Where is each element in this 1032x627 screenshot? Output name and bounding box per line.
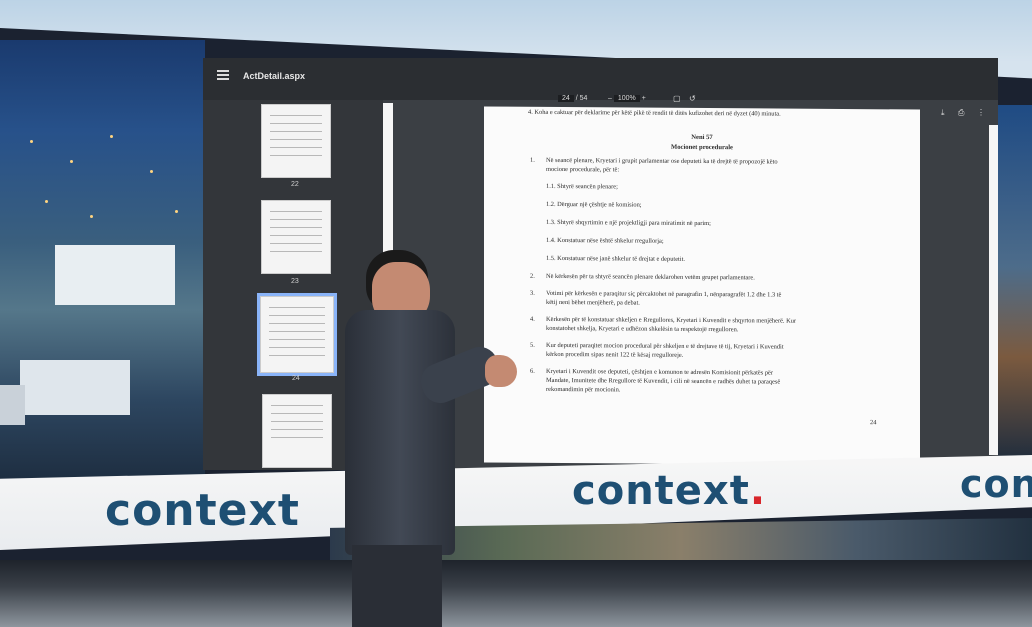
document-line: Në kërkesën për ta shtyrë seancën plenar…	[546, 272, 755, 282]
zoom-level[interactable]: 100%	[613, 95, 640, 102]
thumbnail-label: 23	[291, 278, 299, 285]
presenter-trousers	[352, 545, 442, 627]
item-number: 5.	[530, 341, 535, 349]
document-line: Kur deputeti paraqitet mocion procedural…	[546, 341, 784, 351]
city-night-panel-left	[0, 40, 205, 490]
item-number: 1.	[530, 156, 535, 164]
zoom-out-button[interactable]: –	[608, 95, 612, 102]
fit-page-icon[interactable]: ▢	[673, 94, 681, 103]
document-line: 1.3. Shtyrë shqyrtimin e një projektligj…	[546, 218, 711, 228]
thumbnail-page[interactable]	[261, 104, 331, 178]
document-line: 1.4. Konstatuar nëse është shkelur rregu…	[546, 236, 664, 245]
studio-floor	[0, 560, 1032, 627]
document-line: Votimi për kërkesën e paraqitur siç përc…	[546, 289, 782, 299]
document-line: Kryetari i Kuvendit ose deputeti, çështj…	[546, 367, 773, 377]
document-line: 4. Koha e caktuar për deklarime për këtë…	[528, 108, 781, 118]
page-indicator: 24 / 54	[558, 95, 587, 102]
item-number: 6.	[530, 367, 535, 375]
document-line: 1.2. Dërguar një çështje në komision;	[546, 200, 642, 209]
item-number: 2.	[530, 272, 535, 280]
thumbnail-page[interactable]	[262, 394, 332, 468]
more-options-icon[interactable]: ⋮	[977, 108, 985, 117]
document-line: Në seancë plenare, Kryetari i grupit par…	[546, 156, 778, 166]
page-total: / 54	[575, 95, 588, 102]
logo-right-partial: con	[960, 462, 1032, 506]
document-title: ActDetail.aspx	[243, 71, 306, 81]
thumbnail-label: 24	[292, 375, 300, 382]
logo-left: context	[105, 485, 300, 536]
document-line: Mandate, Imunitete dhe Rregullore të Kuv…	[546, 376, 781, 386]
document-page: 4. Koha e caktuar për deklarime për këtë…	[484, 106, 920, 466]
menu-icon[interactable]	[217, 70, 229, 80]
document-line: mocione procedurale, për të:	[546, 165, 620, 174]
thumbnail-page[interactable]	[261, 200, 331, 274]
print-icon[interactable]: ⎙	[958, 108, 964, 118]
logo-center: context.	[572, 468, 767, 514]
document-line: këtij neni bëhet menjëherë, pa debat.	[546, 298, 640, 307]
thumbnail-label: 22	[291, 181, 299, 188]
thumbnail-page-selected[interactable]	[257, 293, 337, 376]
item-number: 4.	[530, 315, 535, 323]
zoom-in-button[interactable]: +	[642, 95, 646, 102]
building	[55, 245, 175, 305]
document-line: konstatohet shkelja, Kryetari e udhëzon …	[546, 324, 739, 334]
city-night-panel-right	[998, 105, 1032, 465]
zoom-controls: – 100% +	[608, 95, 646, 102]
document-line: kërkon procedim sipas nenit 122 të kësaj…	[546, 350, 684, 359]
presenter-suit-jacket	[345, 310, 455, 555]
article-number: Neni 57	[691, 133, 713, 142]
next-page-edge	[989, 125, 998, 455]
page-number-input[interactable]: 24	[558, 95, 574, 102]
article-title: Mocionet procedurale	[671, 143, 733, 152]
download-icon[interactable]: ⤓	[941, 108, 945, 118]
building	[0, 385, 25, 425]
presenter-hand	[485, 355, 517, 387]
rotate-icon[interactable]: ↺	[689, 94, 696, 103]
document-line: rekomandimin për mocionin.	[546, 385, 621, 394]
document-line: 1.5. Konstatuar nëse janë shkelur të dre…	[546, 254, 685, 263]
page-number: 24	[870, 419, 877, 427]
building	[20, 360, 130, 415]
pdf-toolbar: ActDetail.aspx 24 / 54 – 100% + ▢ ↺ ⤓ ⎙ …	[203, 58, 998, 117]
item-number: 3.	[530, 289, 535, 297]
document-line: 1.1. Shtyrë seancën plenare;	[546, 182, 618, 191]
